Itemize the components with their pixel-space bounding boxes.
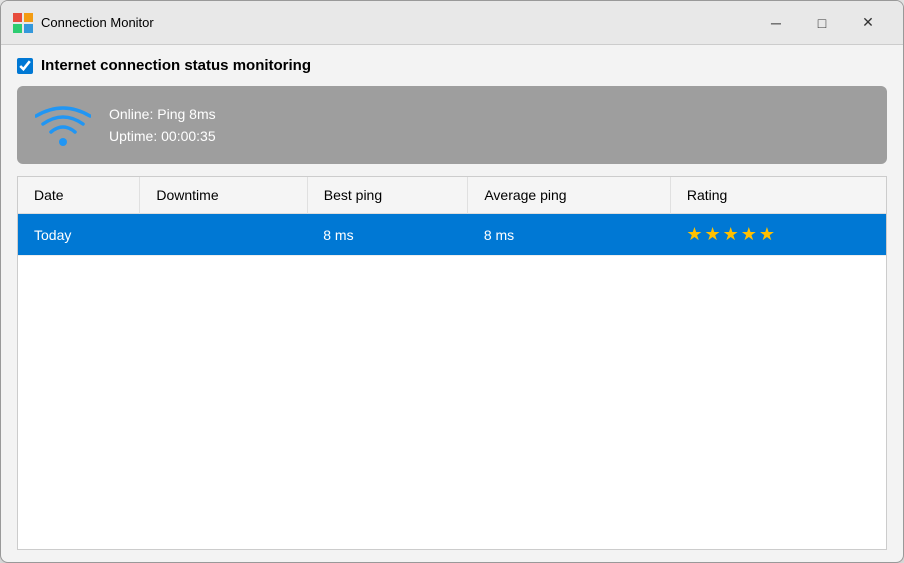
app-icon [13,13,33,33]
monitoring-checkbox[interactable] [17,58,33,74]
main-window: Connection Monitor ─ □ ✕ Internet connec… [0,0,904,563]
title-bar: Connection Monitor ─ □ ✕ [1,1,903,45]
col-avg-ping: Average ping [468,177,671,214]
window-title: Connection Monitor [41,15,753,30]
status-info: Online: Ping 8ms Uptime: 00:00:35 [109,106,216,144]
uptime-status: Uptime: 00:00:35 [109,128,216,144]
col-date: Date [18,177,140,214]
close-button[interactable]: ✕ [845,7,891,39]
col-downtime: Downtime [140,177,307,214]
rating-stars: ★★★★★ [686,224,777,244]
status-panel: Online: Ping 8ms Uptime: 00:00:35 [17,86,887,164]
online-status: Online: Ping 8ms [109,106,216,122]
monitoring-toggle-row: Internet connection status monitoring [17,57,887,74]
table-row[interactable]: Today 8 ms 8 ms ★★★★★ [18,214,886,256]
minimize-button[interactable]: ─ [753,7,799,39]
cell-date: Today [18,214,140,256]
maximize-button[interactable]: □ [799,7,845,39]
table-header-row: Date Downtime Best ping Average ping Rat… [18,177,886,214]
window-controls: ─ □ ✕ [753,7,891,39]
col-best-ping: Best ping [307,177,468,214]
cell-avg-ping: 8 ms [468,214,671,256]
cell-best-ping: 8 ms [307,214,468,256]
cell-downtime [140,214,307,256]
content-area: Internet connection status monitoring On… [1,45,903,562]
wifi-icon [33,100,93,150]
monitoring-label: Internet connection status monitoring [41,57,311,74]
cell-rating: ★★★★★ [670,214,886,256]
data-table-container: Date Downtime Best ping Average ping Rat… [17,176,887,550]
col-rating: Rating [670,177,886,214]
connection-table: Date Downtime Best ping Average ping Rat… [18,177,886,256]
